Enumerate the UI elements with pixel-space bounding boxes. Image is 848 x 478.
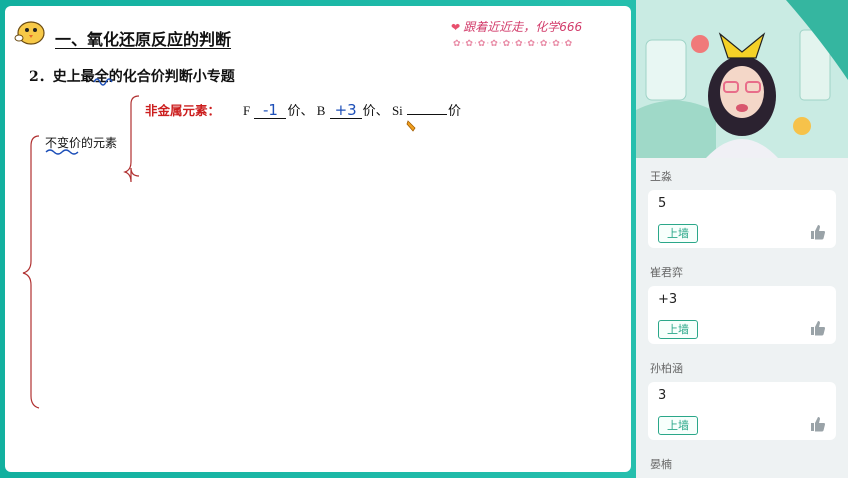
chat-username: 崔君弈: [650, 266, 683, 279]
put-on-wall-button[interactable]: 上墙: [658, 320, 698, 339]
chat-message-card: 3 上墙: [648, 382, 836, 440]
chat-message-card: 5 上墙: [648, 190, 836, 248]
pen-cursor-icon: [406, 120, 416, 132]
thumbs-up-icon[interactable]: [810, 320, 826, 336]
chat-message-text: 5: [658, 196, 667, 211]
chat-message-text: +3: [658, 292, 678, 307]
chat-username: 晏楠: [650, 458, 672, 471]
thumbs-up-icon[interactable]: [810, 224, 826, 240]
chat-list[interactable]: 王淼 5 上墙 崔君弈 +3 上墙 孙柏涵 3 上墙 晏楠: [640, 162, 844, 478]
put-on-wall-button[interactable]: 上墙: [658, 224, 698, 243]
teacher-video-scene: [636, 0, 848, 158]
chat-username: 王淼: [650, 170, 672, 183]
put-on-wall-button[interactable]: 上墙: [658, 416, 698, 435]
thumbs-up-icon[interactable]: [810, 416, 826, 432]
chat-message-text: 3: [658, 388, 667, 403]
lesson-slide: 一、氧化还原反应的判断 ❤ 跟着近近走，化学666 ✿·✿·✿·✿·✿·✿·✿·✿…: [5, 6, 631, 472]
chat-username: 孙柏涵: [650, 362, 683, 375]
teacher-video: [636, 0, 848, 158]
handwritten-brackets: [22, 95, 140, 409]
chat-message-card: +3 上墙: [648, 286, 836, 344]
